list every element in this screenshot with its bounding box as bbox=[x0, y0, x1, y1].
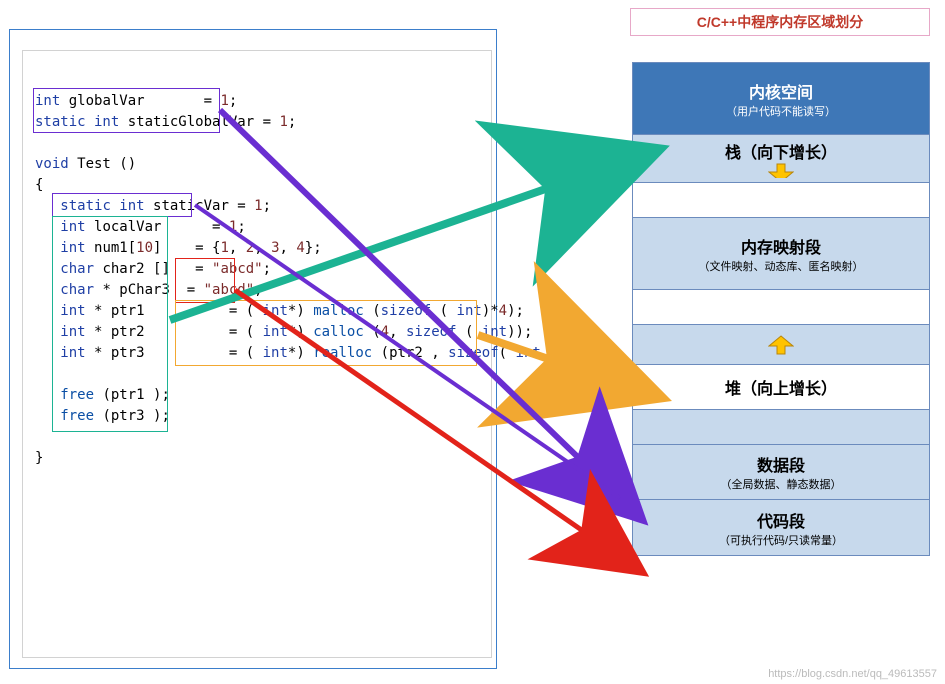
seg-data-sub: （全局数据、静态数据） bbox=[633, 476, 929, 492]
code-line-15: free (ptr1 ); bbox=[35, 385, 481, 406]
seg-code: 代码段 （可执行代码/只读常量） bbox=[633, 500, 929, 555]
code-line-1: int globalVar = 1; bbox=[35, 91, 481, 112]
seg-kernel-sub: （用户代码不能读写） bbox=[633, 103, 929, 119]
code-panel: int globalVar = 1; static int staticGlob… bbox=[22, 50, 492, 658]
seg-heap-label: 堆（向上增长） bbox=[633, 375, 929, 399]
seg-mmap-sub: （文件映射、动态库、匿名映射） bbox=[633, 258, 929, 274]
code-line-10: char * pChar3 = "abcd"; bbox=[35, 280, 481, 301]
code-line-18: } bbox=[35, 448, 481, 469]
code-line-16: free (ptr3 ); bbox=[35, 406, 481, 427]
down-arrow-icon bbox=[768, 163, 794, 178]
code-line-3 bbox=[35, 133, 481, 154]
seg-stack: 栈（向下增长） bbox=[633, 135, 929, 183]
seg-heap: 堆（向上增长） bbox=[633, 365, 929, 410]
code-line-12: int * ptr2 = ( int*) calloc (4, sizeof (… bbox=[35, 322, 481, 343]
seg-code-title: 代码段 bbox=[633, 508, 929, 532]
code-line-4: void Test () bbox=[35, 154, 481, 175]
code-line-7: int localVar = 1; bbox=[35, 217, 481, 238]
seg-heap-arrow bbox=[633, 325, 929, 365]
watermark: https://blog.csdn.net/qq_49613557 bbox=[768, 668, 937, 680]
seg-data: 数据段 （全局数据、静态数据） bbox=[633, 445, 929, 500]
code-line-9: char char2 [] = "abcd"; bbox=[35, 259, 481, 280]
code-line-17 bbox=[35, 427, 481, 448]
seg-gap-3 bbox=[633, 410, 929, 445]
seg-code-sub: （可执行代码/只读常量） bbox=[633, 532, 929, 548]
diagram-canvas: C/C++中程序内存区域划分 int globalVar = 1; static… bbox=[0, 0, 945, 684]
seg-mmap-title: 内存映射段 bbox=[633, 234, 929, 258]
seg-data-title: 数据段 bbox=[633, 452, 929, 476]
seg-kernel: 内核空间 （用户代码不能读写） bbox=[633, 63, 929, 135]
seg-kernel-title: 内核空间 bbox=[633, 79, 929, 103]
code-line-2: static int staticGlobalVar = 1; bbox=[35, 112, 481, 133]
code-line-5: { bbox=[35, 175, 481, 196]
title-box: C/C++中程序内存区域划分 bbox=[630, 8, 930, 36]
code-line-11: int * ptr1 = ( int*) malloc (sizeof ( in… bbox=[35, 301, 481, 322]
seg-mmap: 内存映射段 （文件映射、动态库、匿名映射） bbox=[633, 218, 929, 290]
seg-gap-1 bbox=[633, 183, 929, 218]
seg-stack-label: 栈（向下增长） bbox=[725, 139, 837, 163]
seg-gap-2 bbox=[633, 290, 929, 325]
code-line-13: int * ptr3 = ( int*) realloc (ptr2 , siz… bbox=[35, 343, 481, 364]
code-line-14 bbox=[35, 364, 481, 385]
up-arrow-icon bbox=[768, 335, 794, 355]
code-line-6: static int staticVar = 1; bbox=[35, 196, 481, 217]
code-line-8: int num1[10] = {1, 2, 3, 4}; bbox=[35, 238, 481, 259]
memory-layout: 内核空间 （用户代码不能读写） 栈（向下增长） 内存映射段 （文件映射、动态库、… bbox=[632, 62, 930, 556]
